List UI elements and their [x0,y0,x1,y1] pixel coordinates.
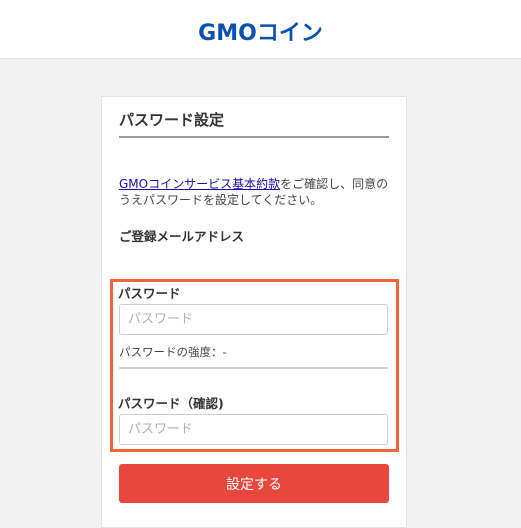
password-input[interactable] [119,304,388,335]
title-divider [119,136,389,138]
registered-email-label: ご登録メールアドレス [119,229,245,244]
gmo-coin-logo: GMOコイン [198,21,323,46]
page-title: パスワード設定 [119,111,225,129]
password-strength-text: パスワードの強度：- [119,345,227,359]
terms-notice: GMOコインサービス基本約款をご確認し、同意のうえパスワードを設定してください。 [119,176,394,208]
password-confirm-input[interactable] [119,414,388,445]
password-divider [119,367,388,369]
header: GMOコイン [0,0,521,59]
password-label: パスワード [118,286,181,301]
submit-button[interactable]: 設定する [119,464,389,503]
password-confirm-label: パスワード（確認) [118,396,224,411]
terms-link[interactable]: GMOコインサービス基本約款 [119,177,280,191]
